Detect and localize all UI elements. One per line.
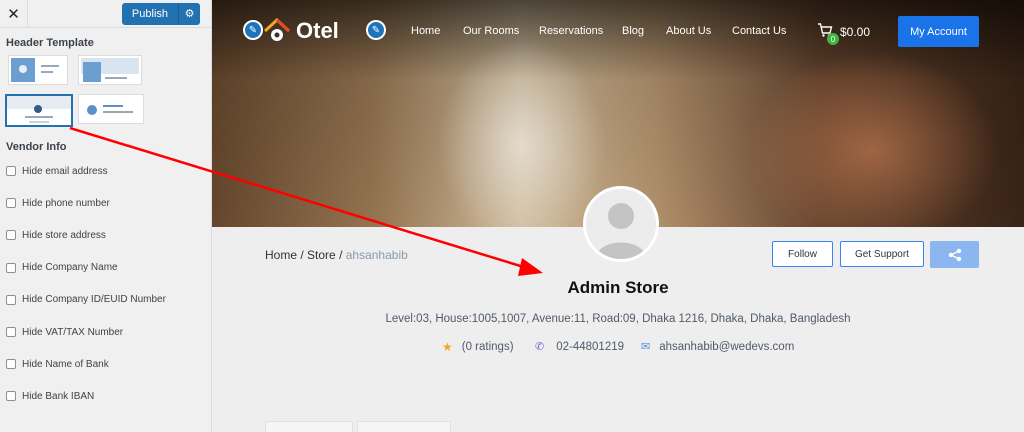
- breadcrumb-home[interactable]: Home: [265, 248, 297, 262]
- star-icon: ★: [442, 340, 453, 354]
- option-label: Hide store address: [22, 229, 106, 241]
- email-text: ahsanhabib@wedevs.com: [659, 340, 795, 353]
- nav-our-rooms[interactable]: Our Rooms: [463, 25, 519, 37]
- header-template-grid: [0, 49, 211, 139]
- header-template-option-2[interactable]: [78, 55, 142, 85]
- template-thumb-avatar: [34, 105, 42, 113]
- publish-button[interactable]: Publish: [121, 2, 178, 25]
- gear-icon[interactable]: ⚙: [178, 2, 200, 25]
- option-hide-bank-name[interactable]: Hide Name of Bank: [6, 348, 211, 380]
- store-tab[interactable]: [357, 421, 451, 432]
- nav-contact-us[interactable]: Contact Us: [732, 25, 786, 37]
- checkbox[interactable]: [6, 391, 16, 402]
- checkbox[interactable]: [6, 230, 16, 241]
- header-template-title: Header Template: [6, 37, 94, 49]
- breadcrumb-current: ahsanhabib: [345, 248, 408, 262]
- nav-about-us[interactable]: About Us: [666, 25, 711, 37]
- breadcrumb: Home / Store / ahsanhabib: [265, 248, 408, 262]
- breadcrumb-store[interactable]: Store: [307, 248, 336, 262]
- option-label: Hide VAT/TAX Number: [22, 326, 124, 338]
- vendor-info-options: Hide email address Hide phone number Hid…: [0, 153, 211, 413]
- get-support-button[interactable]: Get Support: [840, 241, 924, 267]
- edit-pencil-icon[interactable]: ✎: [366, 20, 386, 40]
- close-icon[interactable]: ✕: [0, 0, 28, 28]
- site-logo[interactable]: Otel: [263, 17, 339, 44]
- checkbox[interactable]: [6, 294, 16, 305]
- template-thumb-avatar: [19, 65, 27, 73]
- template-thumb-line: [105, 77, 127, 79]
- option-label: Hide Company Name: [22, 262, 118, 274]
- cart-count-badge: 0: [827, 33, 839, 45]
- vendor-info-title: Vendor Info: [6, 141, 67, 153]
- checkbox[interactable]: [6, 359, 16, 370]
- logo-text: Otel: [296, 18, 339, 43]
- option-hide-bank-iban[interactable]: Hide Bank IBAN: [6, 380, 211, 412]
- option-label: Hide Name of Bank: [22, 358, 109, 370]
- checkbox[interactable]: [6, 166, 16, 177]
- site-preview: ✎ Otel ✎ Home Our Rooms Reservations Blo…: [212, 0, 1024, 432]
- checkbox[interactable]: [6, 262, 16, 273]
- customizer-sidebar: ✕ Publish ⚙ Header Template Vendor Info …: [0, 0, 212, 432]
- share-icon: [948, 248, 961, 261]
- edit-pencil-icon[interactable]: ✎: [243, 20, 263, 40]
- store-name: Admin Store: [567, 278, 669, 297]
- checkbox[interactable]: [6, 327, 16, 338]
- option-label: Hide Company ID/EUID Number: [22, 294, 166, 306]
- header-template-option-3[interactable]: [5, 94, 73, 127]
- publish-group: Publish ⚙: [121, 2, 200, 25]
- nav-home[interactable]: Home: [411, 25, 440, 37]
- site-header: ✎ Otel ✎ Home Our Rooms Reservations Blo…: [212, 16, 1024, 48]
- option-hide-company-id[interactable]: Hide Company ID/EUID Number: [6, 284, 211, 316]
- store-address: Level:03, House:1005,1007, Avenue:11, Ro…: [385, 313, 851, 325]
- template-thumb-line: [25, 116, 53, 118]
- store-rating: ★ (0 ratings): [442, 340, 514, 354]
- store-phone: ✆ 02-44801219: [535, 340, 625, 354]
- option-label: Hide phone number: [22, 197, 110, 209]
- follow-button[interactable]: Follow: [772, 241, 833, 267]
- option-hide-vat[interactable]: Hide VAT/TAX Number: [6, 316, 211, 348]
- customizer-header: ✕ Publish ⚙: [0, 0, 211, 28]
- option-label: Hide Bank IBAN: [22, 390, 95, 402]
- template-thumb-line: [103, 111, 133, 113]
- option-hide-company-name[interactable]: Hide Company Name: [6, 252, 211, 284]
- user-placeholder-icon: [586, 189, 656, 259]
- store-email: ✉ ahsanhabib@wedevs.com: [641, 340, 795, 354]
- template-thumb-line: [41, 71, 53, 73]
- option-hide-email[interactable]: Hide email address: [6, 155, 211, 187]
- store-tab[interactable]: [265, 421, 353, 432]
- breadcrumb-separator: /: [339, 248, 346, 262]
- template-thumb-line: [41, 65, 59, 67]
- option-label: Hide email address: [22, 165, 108, 177]
- phone-icon: ✆: [535, 341, 545, 353]
- nav-reservations[interactable]: Reservations: [539, 25, 603, 37]
- share-button[interactable]: [930, 241, 979, 268]
- phone-text: 02-44801219: [556, 340, 625, 353]
- checkbox[interactable]: [6, 198, 16, 209]
- envelope-icon: ✉: [641, 341, 651, 353]
- template-thumb-line: [103, 105, 123, 107]
- template-thumb-avatar: [87, 105, 97, 115]
- my-account-button[interactable]: My Account: [898, 16, 979, 47]
- header-template-option-4[interactable]: [78, 94, 144, 124]
- ratings-text: (0 ratings): [461, 341, 514, 353]
- cart-total[interactable]: $0.00: [840, 25, 870, 39]
- template-thumb-card: [83, 62, 101, 82]
- option-hide-phone[interactable]: Hide phone number: [6, 187, 211, 219]
- header-template-option-1[interactable]: [8, 55, 68, 85]
- template-thumb-line: [29, 121, 49, 123]
- option-hide-address[interactable]: Hide store address: [6, 219, 211, 251]
- store-avatar: [583, 186, 659, 262]
- logo-icon: [263, 17, 291, 44]
- nav-blog[interactable]: Blog: [622, 25, 644, 37]
